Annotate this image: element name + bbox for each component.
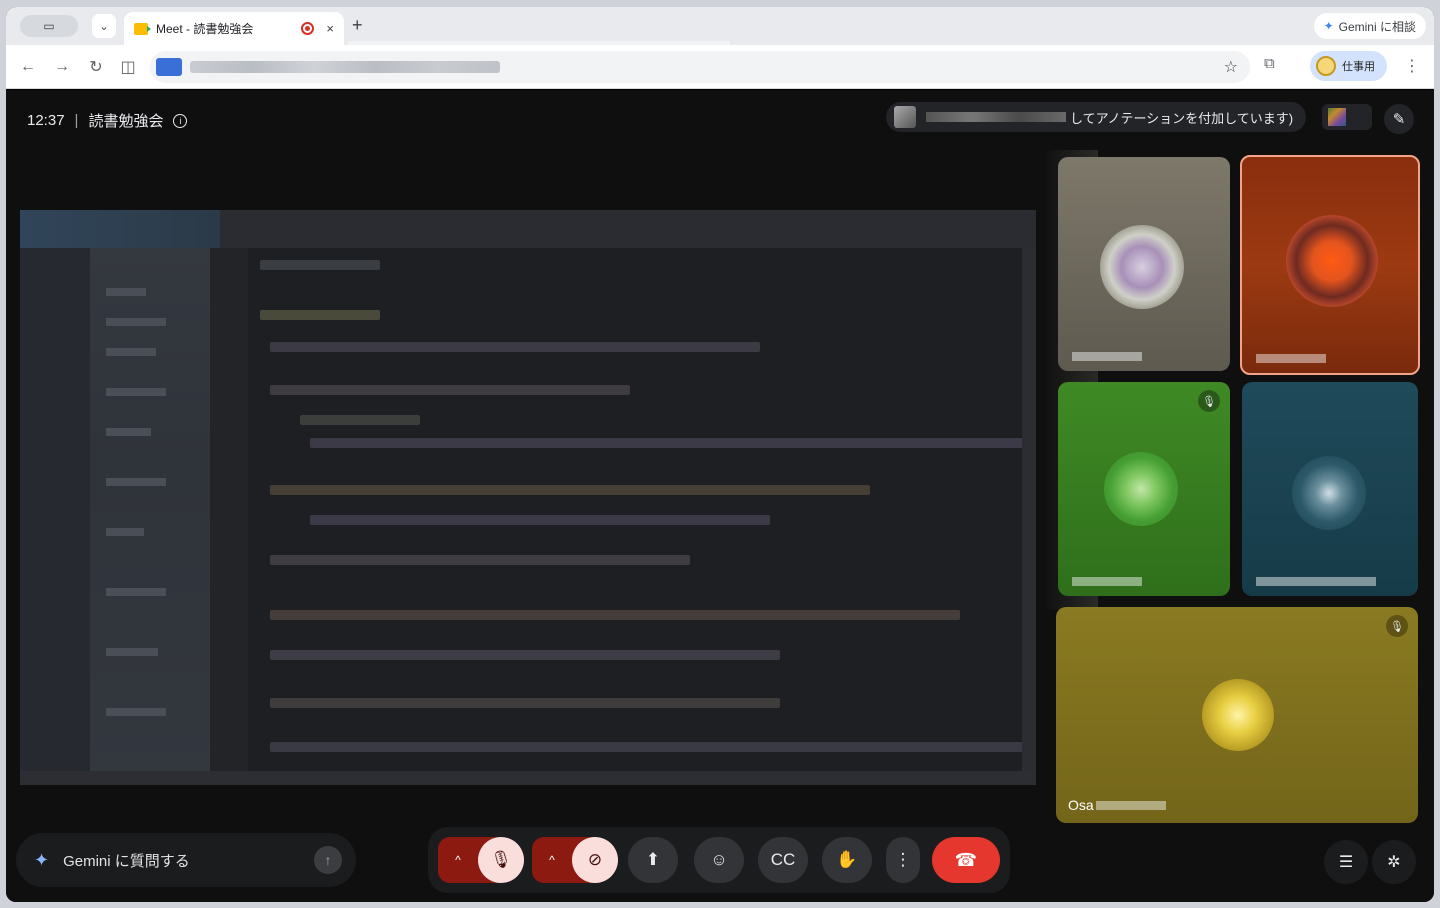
meeting-details-icon[interactable]: i xyxy=(173,113,188,128)
annotation-status: してアノテーションを付加しています) xyxy=(886,102,1306,132)
muted-mic-icon: 🎙 xyxy=(1198,390,1220,412)
shared-activity-bar xyxy=(20,248,90,785)
reload-icon[interactable]: ↻ xyxy=(84,55,108,79)
participant-avatar xyxy=(1286,215,1378,307)
participant-name-redacted xyxy=(1256,354,1326,363)
shared-scrollbar xyxy=(1022,248,1036,785)
gemini-prompt-input[interactable]: ✦ Gemini に質問する ↑ xyxy=(16,833,356,887)
annotation-pen-icon[interactable]: ✎ xyxy=(1384,104,1414,134)
meet-favicon-icon xyxy=(134,22,151,35)
participant-name-redacted xyxy=(1072,577,1142,586)
shared-window-titlebar xyxy=(20,210,1036,248)
forward-arrow-icon[interactable]: → xyxy=(50,55,74,79)
participant-name xyxy=(1070,352,1142,361)
url-text-redacted xyxy=(190,61,500,73)
shared-editor-gutter xyxy=(210,248,248,785)
muted-mic-icon: 🎙 xyxy=(1386,615,1408,637)
captions-icon[interactable]: CC xyxy=(758,837,808,883)
participant-tile[interactable]: 🎙 Osa xyxy=(1056,607,1418,823)
split-view-icon[interactable]: ◫ xyxy=(116,55,140,79)
meet-stage: 12:37 | 読書勉強会 i してアノテーションを付加しています) ✎ 🎙 🎙… xyxy=(6,90,1434,902)
participant-name: Osa xyxy=(1068,797,1166,813)
participant-tile-active-speaker[interactable] xyxy=(1240,155,1420,375)
participant-avatar xyxy=(1100,225,1184,309)
tab-strip: ▭ ⌄ Meet - 読書勉強会 × + ✦ Gemini に相談 xyxy=(6,7,1434,45)
site-info-icon[interactable] xyxy=(156,58,182,76)
profile-avatar xyxy=(1316,56,1336,76)
tab-search-chevron-icon[interactable]: ⌄ xyxy=(92,14,116,38)
presenter-name-redacted xyxy=(926,112,1066,122)
audio-controls: ^ 🎙 xyxy=(438,837,524,883)
shared-file-explorer xyxy=(90,248,210,785)
video-settings-chevron-icon[interactable]: ^ xyxy=(532,853,572,867)
participant-name-redacted xyxy=(1095,800,1166,810)
participant-tile[interactable] xyxy=(1242,382,1418,596)
profile-button[interactable]: 仕事用 xyxy=(1310,51,1387,81)
gemini-spark-icon: ✦ xyxy=(1323,19,1334,33)
participant-tile[interactable] xyxy=(1058,157,1230,371)
participant-avatar xyxy=(1202,679,1274,751)
browser-toolbar: ← → ↻ ◫ ☆ ⧉ 仕事用 ⋮ xyxy=(6,45,1434,89)
participant-avatar xyxy=(1292,456,1366,530)
gemini-prompt-placeholder: Gemini に質問する xyxy=(63,852,190,870)
participant-tile[interactable]: 🎙 xyxy=(1058,382,1230,596)
raise-hand-icon[interactable]: ✋ xyxy=(822,837,872,883)
gemini-chat-label: Gemini に相談 xyxy=(1338,19,1416,34)
camera-off-icon[interactable]: ⊘ xyxy=(572,837,618,883)
new-tab-button[interactable]: + xyxy=(352,15,363,36)
profile-label: 仕事用 xyxy=(1342,61,1375,73)
participant-name xyxy=(1070,577,1142,586)
browser-window: ▭ ⌄ Meet - 読書勉強会 × + ✦ Gemini に相談 ← → ↻ … xyxy=(6,7,1434,902)
video-controls: ^ ⊘ xyxy=(532,837,618,883)
meeting-separator: | xyxy=(74,112,79,129)
tab-groups-icon[interactable]: ▭ xyxy=(20,15,78,37)
more-options-icon[interactable]: ⋮ xyxy=(886,837,920,883)
shared-statusbar xyxy=(20,771,1036,785)
participant-name xyxy=(1254,354,1326,363)
meeting-time: 12:37 xyxy=(27,112,65,129)
end-call-icon[interactable]: ☎ xyxy=(932,837,1000,883)
browser-menu-icon[interactable]: ⋮ xyxy=(1404,56,1420,76)
tab-meet[interactable]: Meet - 読書勉強会 × xyxy=(124,12,344,45)
address-bar[interactable]: ☆ xyxy=(150,51,1250,83)
meeting-info: 12:37 | 読書勉強会 i xyxy=(27,110,188,131)
gemini-spark-icon: ✦ xyxy=(34,849,50,870)
gemini-chat-button[interactable]: ✦ Gemini に相談 xyxy=(1313,13,1426,39)
participant-avatar xyxy=(1104,452,1178,526)
presenter-avatar xyxy=(894,106,916,128)
recording-icon xyxy=(301,22,315,35)
meeting-name: 読書勉強会 xyxy=(88,113,164,130)
participant-name-redacted xyxy=(1072,352,1142,361)
send-arrow-icon[interactable]: ↑ xyxy=(314,846,342,874)
back-arrow-icon[interactable]: ← xyxy=(16,55,40,79)
present-screen-icon[interactable]: ⬆ xyxy=(628,837,678,883)
activities-icon[interactable]: ✲ xyxy=(1372,840,1416,884)
mic-off-icon[interactable]: 🎙 xyxy=(478,837,524,883)
presentation-thumbnail[interactable] xyxy=(1322,104,1372,130)
tab-title: Meet - 読書勉強会 xyxy=(156,22,254,36)
bookmark-star-icon[interactable]: ☆ xyxy=(1224,57,1238,77)
audio-settings-chevron-icon[interactable]: ^ xyxy=(438,853,478,867)
call-controls: ^ 🎙 ^ ⊘ ⬆ ☺ CC ✋ ⋮ ☎ xyxy=(428,827,1010,893)
participant-name-redacted xyxy=(1256,577,1376,586)
chat-icon[interactable]: ☰ xyxy=(1324,840,1368,884)
extensions-puzzle-icon[interactable]: ⧉ xyxy=(1264,55,1275,72)
annotation-status-text: してアノテーションを付加しています) xyxy=(1070,110,1294,126)
emoji-reaction-icon[interactable]: ☺ xyxy=(694,837,744,883)
tab-close-icon[interactable]: × xyxy=(326,21,334,36)
participant-name xyxy=(1254,577,1376,586)
screen-share-view xyxy=(20,210,1036,785)
